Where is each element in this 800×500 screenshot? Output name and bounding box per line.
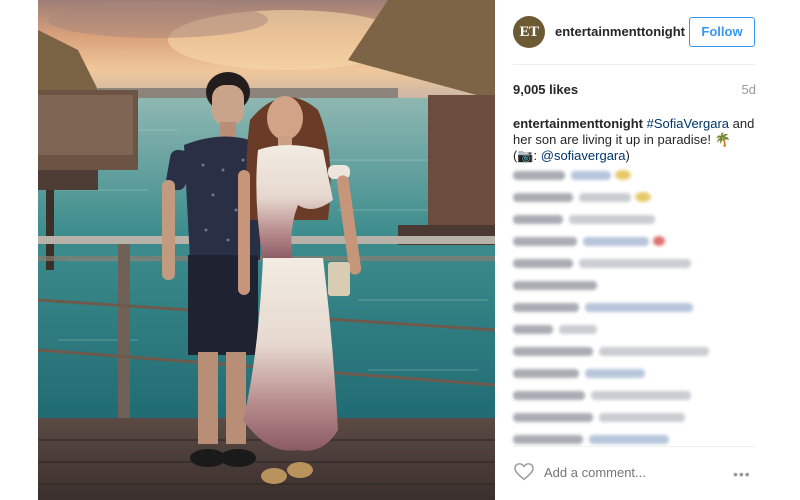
comment-text — [591, 390, 691, 400]
more-options-icon[interactable]: ••• — [733, 466, 751, 482]
post-details-panel: ET entertainmenttonight Follow 9,005 lik… — [495, 0, 800, 500]
comment-text — [559, 324, 597, 334]
comment-row — [513, 252, 759, 274]
comment-row — [513, 384, 759, 406]
comment-username[interactable] — [513, 434, 583, 444]
comment-username[interactable] — [513, 412, 593, 422]
comment-username[interactable] — [513, 390, 585, 400]
caption-mention[interactable]: @sofiavergara — [541, 148, 626, 163]
comment-row — [513, 406, 759, 428]
post-header: ET entertainmenttonight Follow — [513, 16, 781, 48]
comment-row — [513, 164, 759, 186]
add-comment-input[interactable] — [544, 465, 694, 480]
comment-username[interactable] — [513, 346, 593, 356]
emoji-icon — [653, 236, 665, 246]
credit-close: ) — [625, 148, 630, 163]
comment-text — [589, 434, 669, 444]
emoji-icon — [615, 170, 631, 180]
comment-username[interactable] — [513, 368, 579, 378]
camera-credit-prefix: (📷: — [513, 148, 541, 163]
comment-row — [513, 230, 759, 252]
heart-icon[interactable] — [514, 463, 534, 481]
comment-text — [569, 214, 655, 224]
comment-text — [599, 412, 685, 422]
comment-text — [599, 346, 709, 356]
post-caption: entertainmenttonight #SofiaVergara and h… — [513, 116, 759, 164]
author-avatar[interactable]: ET — [513, 16, 545, 48]
comment-text — [583, 236, 649, 246]
follow-button[interactable]: Follow — [689, 17, 755, 47]
footer-divider — [513, 446, 755, 447]
comment-username[interactable] — [513, 302, 579, 312]
comment-row — [513, 186, 759, 208]
comment-row — [513, 318, 759, 340]
comment-text — [579, 258, 691, 268]
comment-text — [585, 302, 693, 312]
post-age[interactable]: 5d — [742, 82, 756, 97]
caption-username[interactable]: entertainmenttonight — [513, 116, 643, 131]
comment-text — [585, 368, 645, 378]
likes-count[interactable]: 9,005 likes — [513, 82, 578, 97]
comment-username[interactable] — [513, 258, 573, 268]
emoji-icon — [635, 192, 651, 202]
comment-username[interactable] — [513, 170, 565, 180]
comment-row — [513, 362, 759, 384]
comment-row — [513, 340, 759, 362]
comment-text — [571, 170, 611, 180]
comment-username[interactable] — [513, 324, 553, 334]
comment-username[interactable] — [513, 280, 597, 290]
palm-tree-icon: 🌴 — [714, 132, 731, 147]
comment-row — [513, 274, 759, 296]
comment-list — [513, 164, 759, 450]
comment-row — [513, 296, 759, 318]
comment-row — [513, 208, 759, 230]
post-photo[interactable] — [38, 0, 495, 500]
comment-username[interactable] — [513, 236, 577, 246]
comment-text — [579, 192, 631, 202]
caption-hashtag[interactable]: #SofiaVergara — [647, 116, 729, 131]
comment-username[interactable] — [513, 214, 563, 224]
author-username[interactable]: entertainmenttonight — [555, 24, 690, 39]
comment-username[interactable] — [513, 192, 573, 202]
header-divider — [513, 64, 755, 65]
